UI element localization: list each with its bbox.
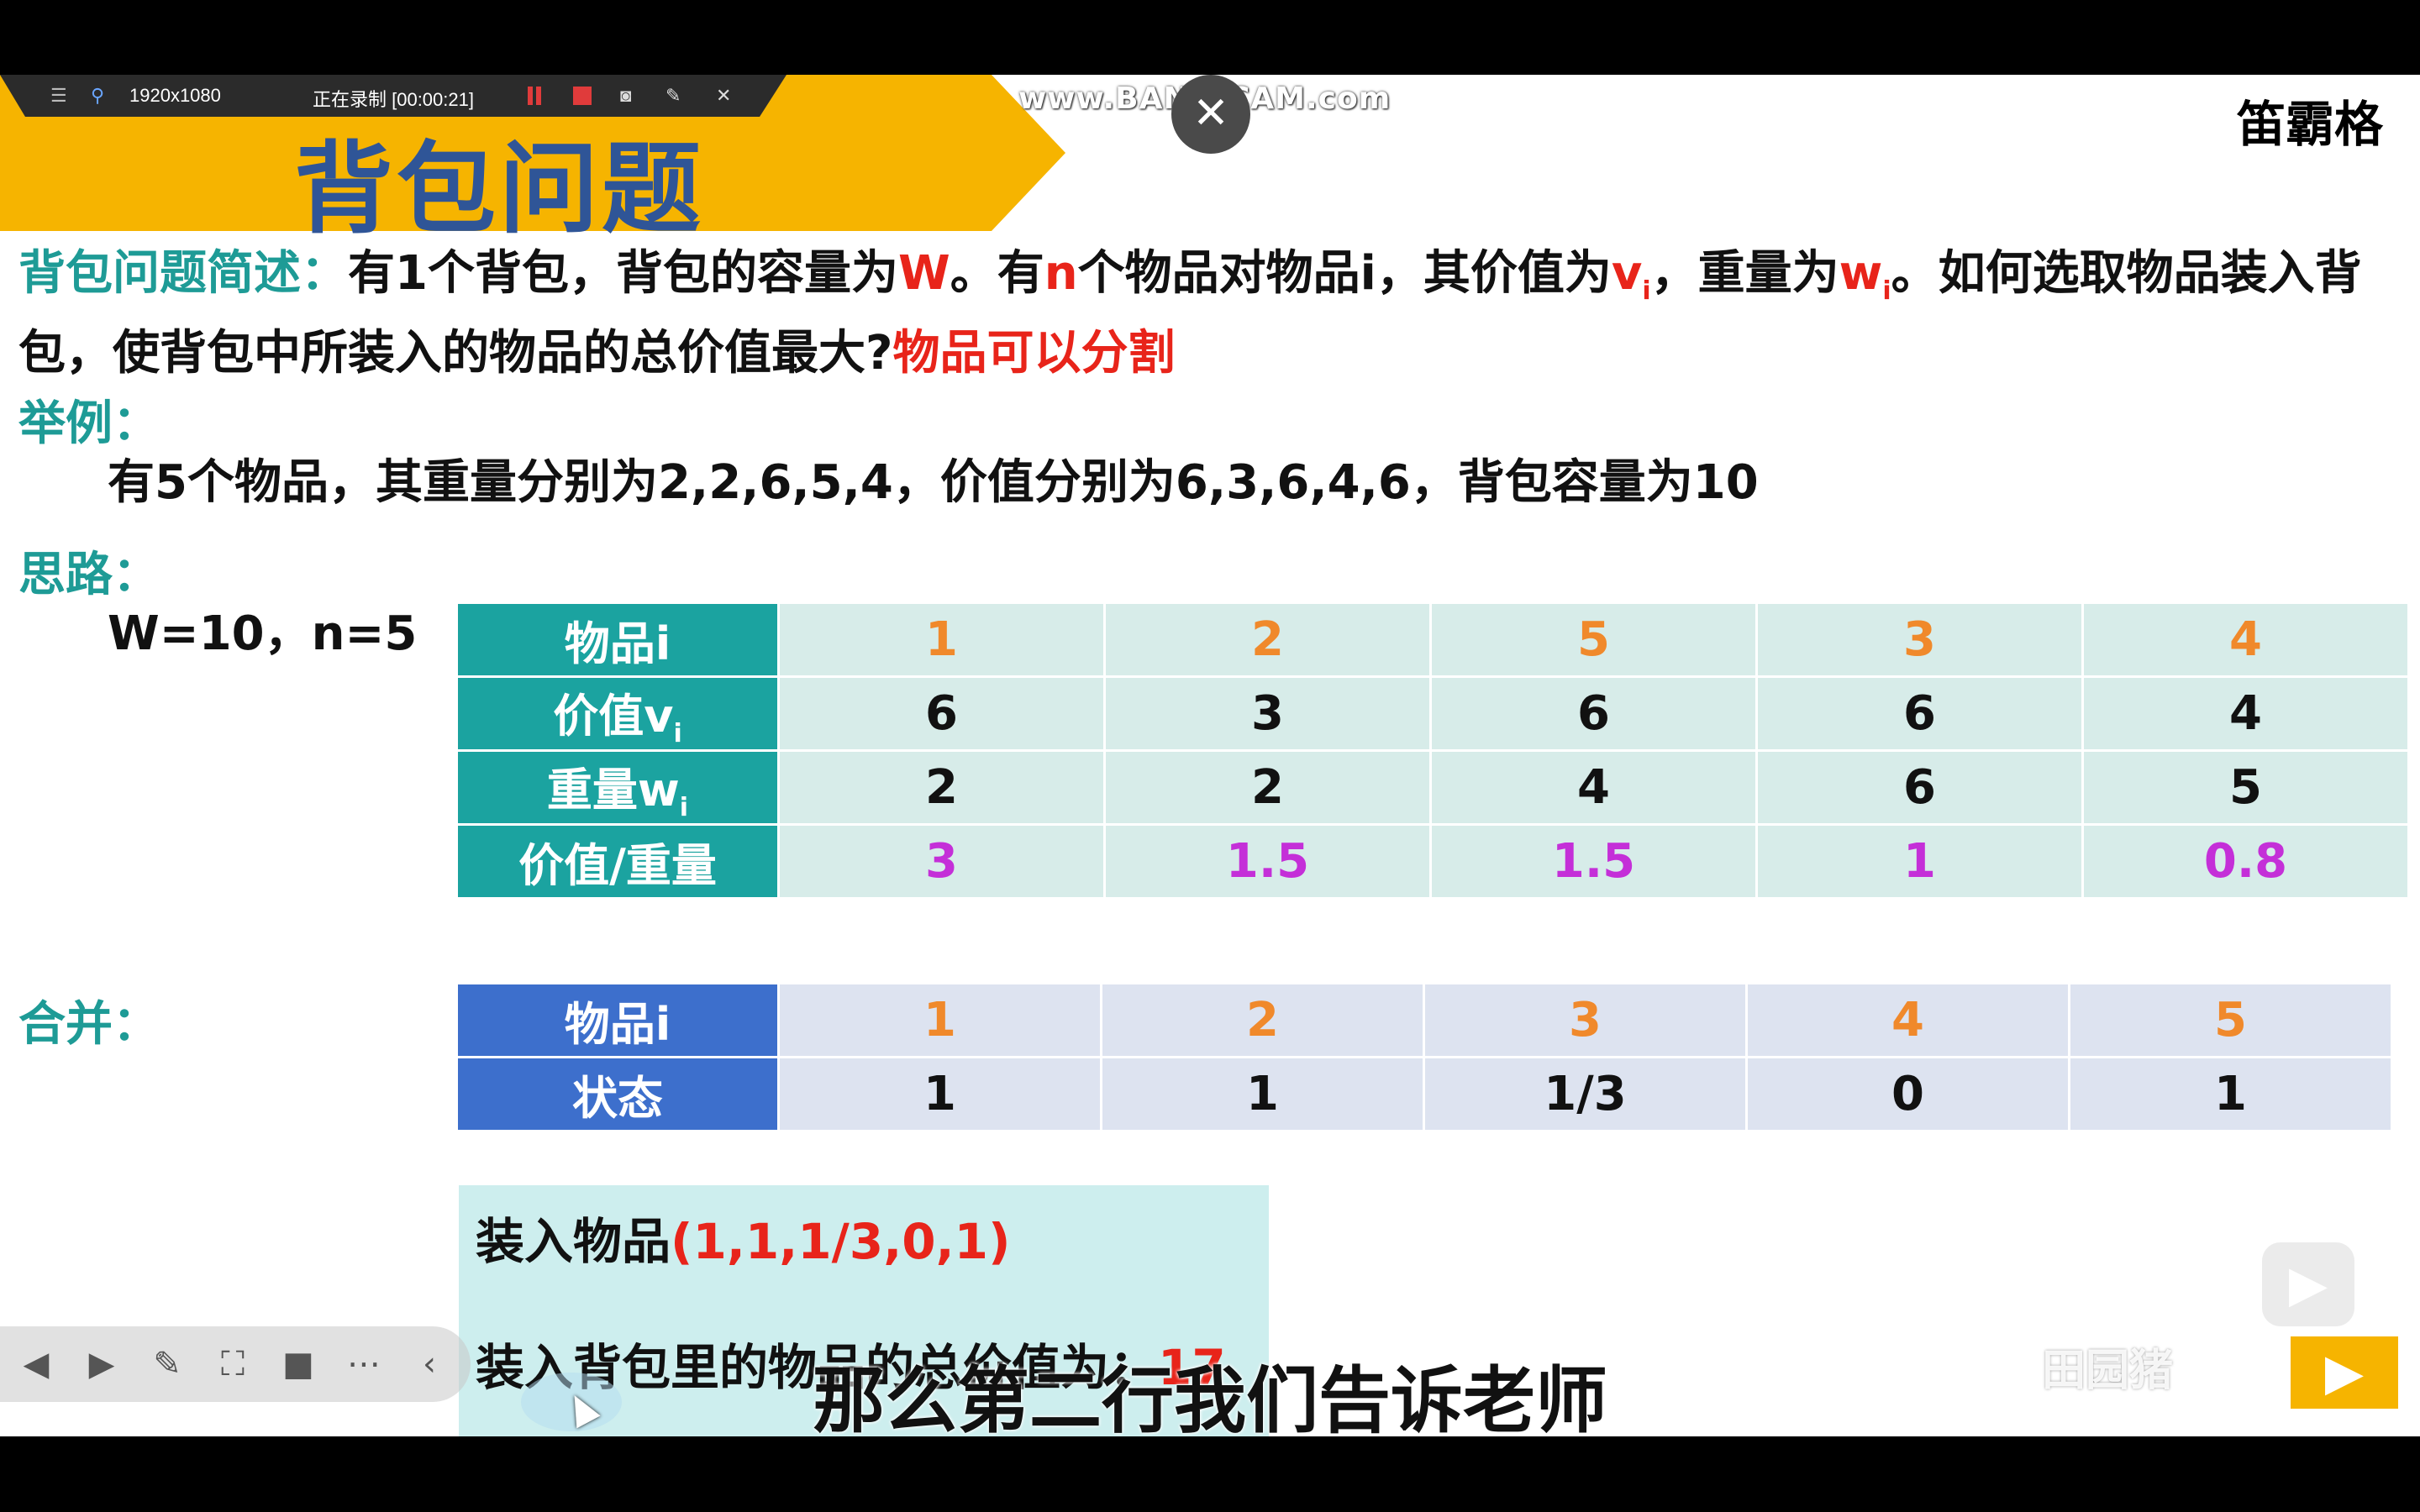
table-cell: 5 bbox=[2084, 752, 2407, 823]
table-header: 物品i bbox=[458, 604, 777, 675]
state-table: 物品i 1 2 3 4 5 状态 1 1 1/3 0 1 bbox=[455, 982, 2393, 1132]
collapse-icon[interactable]: ‹ bbox=[410, 1345, 449, 1383]
table-cell: 2 bbox=[1106, 752, 1429, 823]
table-header: 状态 bbox=[458, 1058, 777, 1130]
result-items: 装入物品(1,1,1/3,0,1) bbox=[476, 1213, 1011, 1270]
table-cell: 1/3 bbox=[1425, 1058, 1745, 1130]
table-cell: 1 bbox=[780, 604, 1103, 675]
table-cell: 4 bbox=[2084, 678, 2407, 749]
table-cell: 6 bbox=[1432, 678, 1755, 749]
table-row: 物品i 1 2 3 4 5 bbox=[458, 984, 2391, 1056]
camera-icon[interactable]: ◙ bbox=[620, 85, 631, 107]
camera-icon[interactable]: ■ bbox=[279, 1345, 318, 1383]
table-cell: 1.5 bbox=[1106, 826, 1429, 897]
table-cell: 5 bbox=[2070, 984, 2391, 1056]
ratio-table: 物品i 1 2 5 3 4 价值vi 6 3 6 6 4 重量wi 2 2 4 … bbox=[455, 601, 2410, 900]
table-cell: 6 bbox=[780, 678, 1103, 749]
table-row: 状态 1 1 1/3 0 1 bbox=[458, 1058, 2391, 1130]
presentation-toolbar: ◀ ▶ ✎ ⛶ ■ ⋯ ‹ bbox=[0, 1326, 471, 1402]
example-text: 有5个物品，其重量分别为2,2,6,5,4，价值分别为6,3,6,4,6，背包容… bbox=[108, 455, 1759, 510]
slide-title: 背包问题 bbox=[294, 131, 705, 247]
recorder-toolbar: ☰ ⚲ 1920x1080 正在录制 [00:00:21] ◙ ✎ ✕ bbox=[0, 75, 786, 117]
table-cell: 1.5 bbox=[1432, 826, 1755, 897]
problem-description: 背包问题简述：有1个背包，背包的容量为W。有n个物品对物品i，其价值为vi，重量… bbox=[18, 246, 2362, 381]
table-row: 重量wi 2 2 4 6 5 bbox=[458, 752, 2407, 823]
close-icon[interactable]: ✕ bbox=[716, 85, 731, 107]
close-watermark-icon[interactable]: ✕ bbox=[1171, 75, 1250, 154]
stop-icon[interactable] bbox=[573, 87, 592, 105]
table-cell: 3 bbox=[780, 826, 1103, 897]
description-label: 背包问题简述： bbox=[18, 246, 348, 301]
previous-icon[interactable]: ◀ bbox=[17, 1345, 55, 1383]
table-header: 物品i bbox=[458, 984, 777, 1056]
table-cell: 2 bbox=[1102, 984, 1423, 1056]
table-cell: 4 bbox=[1432, 752, 1755, 823]
bottom-letterbox bbox=[0, 1436, 2420, 1512]
pencil-icon[interactable]: ✎ bbox=[666, 85, 681, 107]
bilibili-logo-icon: ▶ bbox=[2291, 1336, 2398, 1409]
slide: 背包问题 笛霸格 背包问题简述：有1个背包，背包的容量为W。有n个物品对物品i，… bbox=[0, 75, 2420, 1436]
table-cell: 1 bbox=[1102, 1058, 1423, 1130]
table-cell: 0.8 bbox=[2084, 826, 2407, 897]
parameters: W=10，n=5 bbox=[108, 606, 418, 661]
table-cell: 5 bbox=[1432, 604, 1755, 675]
idea-label: 思路： bbox=[18, 548, 160, 602]
table-cell: 3 bbox=[1425, 984, 1745, 1056]
table-header: 价值/重量 bbox=[458, 826, 777, 897]
table-cell: 6 bbox=[1758, 752, 2081, 823]
pin-icon[interactable]: ⚲ bbox=[91, 85, 104, 107]
table-cell: 2 bbox=[1106, 604, 1429, 675]
next-icon[interactable]: ▶ bbox=[82, 1345, 121, 1383]
pause-icon[interactable] bbox=[528, 87, 541, 105]
table-cell: 6 bbox=[1758, 678, 2081, 749]
menu-icon[interactable]: ☰ bbox=[50, 85, 67, 107]
table-cell: 1 bbox=[780, 1058, 1100, 1130]
table-cell: 2 bbox=[780, 752, 1103, 823]
recording-status: 正在录制 [00:00:21] bbox=[313, 89, 474, 110]
uploader-watermark: 田园猪 bbox=[2042, 1346, 2174, 1396]
example-label: 举例： bbox=[18, 396, 160, 451]
play-icon[interactable]: ▶ bbox=[2262, 1242, 2354, 1326]
table-cell: 0 bbox=[1748, 1058, 2068, 1130]
table-row: 价值/重量 3 1.5 1.5 1 0.8 bbox=[458, 826, 2407, 897]
more-icon[interactable]: ⋯ bbox=[345, 1345, 383, 1383]
table-header: 重量wi bbox=[458, 752, 777, 823]
recording-resolution: 1920x1080 bbox=[129, 85, 221, 106]
table-cell: 1 bbox=[780, 984, 1100, 1056]
screenshot-icon[interactable]: ⛶ bbox=[213, 1345, 252, 1383]
top-letterbox bbox=[0, 0, 2420, 75]
pen-icon[interactable]: ✎ bbox=[148, 1345, 187, 1383]
value-symbol: vi bbox=[1611, 246, 1651, 307]
weight-symbol: wi bbox=[1839, 246, 1891, 307]
table-cell: 1 bbox=[1758, 826, 2081, 897]
author-name: 笛霸格 bbox=[2236, 96, 2383, 153]
table-cell: 4 bbox=[1748, 984, 2068, 1056]
table-cell: 3 bbox=[1758, 604, 2081, 675]
divisible-note: 物品可以分割 bbox=[892, 326, 1176, 381]
table-cell: 3 bbox=[1106, 678, 1429, 749]
merge-label: 合并： bbox=[18, 997, 160, 1052]
table-header: 价值vi bbox=[458, 678, 777, 749]
table-cell: 4 bbox=[2084, 604, 2407, 675]
table-row: 价值vi 6 3 6 6 4 bbox=[458, 678, 2407, 749]
table-cell: 1 bbox=[2070, 1058, 2391, 1130]
table-row: 物品i 1 2 5 3 4 bbox=[458, 604, 2407, 675]
